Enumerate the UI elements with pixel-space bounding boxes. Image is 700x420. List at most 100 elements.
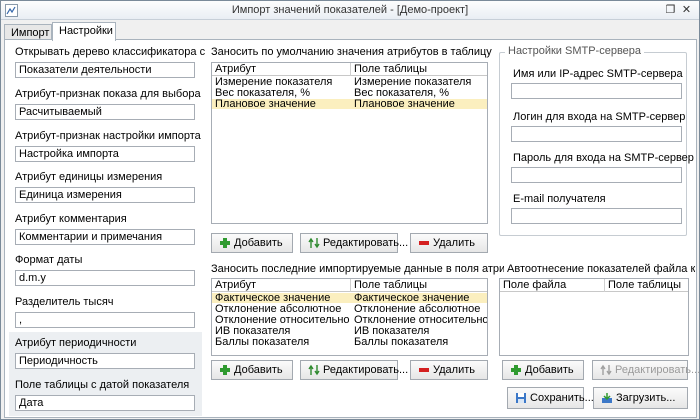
unit-label: Атрибут единицы измерения bbox=[15, 171, 163, 183]
last-import-table-title: Заносить последние импортируемые данные … bbox=[211, 263, 504, 275]
minus-icon bbox=[419, 241, 429, 245]
tree-label: Открывать дерево классификатора с bbox=[15, 46, 206, 58]
defaults-add-label: Добавить bbox=[234, 237, 283, 249]
table-row[interactable]: ИВ показателя ИВ показателя bbox=[212, 326, 487, 336]
defaults-table-header: Атрибут Поле таблицы bbox=[212, 63, 487, 76]
row-attribute: Вес показателя, % bbox=[215, 88, 310, 98]
tab-settings[interactable]: Настройки bbox=[52, 22, 116, 41]
last-import-delete-button[interactable]: Удалить bbox=[410, 360, 488, 380]
table-row[interactable]: Баллы показателя Баллы показателя bbox=[212, 337, 487, 347]
last-import-table-header: Атрибут Поле таблицы bbox=[212, 279, 487, 292]
load-button[interactable]: Загрузить... bbox=[593, 387, 688, 409]
smtp-server-field[interactable] bbox=[511, 83, 682, 99]
settings-panel: Открывать дерево классификатора с Показа… bbox=[4, 39, 700, 418]
auto-map-edit-label: Редактировать... bbox=[615, 364, 700, 376]
column-header-table-field[interactable]: Поле таблицы bbox=[354, 279, 427, 292]
defaults-table[interactable]: Атрибут Поле таблицы Измерение показател… bbox=[211, 62, 488, 224]
tree-field[interactable]: Показатели деятельности bbox=[15, 62, 195, 78]
auto-map-edit-button[interactable]: Редактировать... bbox=[592, 360, 700, 380]
load-label: Загрузить... bbox=[616, 392, 676, 404]
plus-icon bbox=[511, 365, 521, 375]
row-table-field: ИВ показателя bbox=[354, 326, 430, 336]
row-attribute: Баллы показателя bbox=[215, 337, 310, 347]
restore-icon[interactable]: ❐ bbox=[664, 4, 677, 17]
column-header-file-field[interactable]: Поле файла bbox=[503, 279, 566, 292]
column-header-table-field[interactable]: Поле таблицы bbox=[354, 63, 427, 76]
smtp-password-label: Пароль для входа на SMTP-сервер bbox=[513, 152, 694, 164]
show-attr-field[interactable]: Расчитываемый bbox=[15, 104, 195, 120]
recipient-email-label: E-mail получателя bbox=[513, 193, 606, 205]
defaults-delete-button[interactable]: Удалить bbox=[410, 233, 488, 253]
tab-import[interactable]: Импорт bbox=[4, 24, 52, 40]
recipient-email-field[interactable] bbox=[511, 208, 682, 224]
save-icon bbox=[516, 393, 526, 403]
defaults-delete-label: Удалить bbox=[433, 237, 475, 249]
save-label: Сохранить... bbox=[530, 392, 594, 404]
defaults-edit-button[interactable]: Редактировать... bbox=[300, 233, 408, 253]
table-row[interactable]: Вес показателя, % Вес показателя, % bbox=[212, 88, 487, 98]
unit-field[interactable]: Единица измерения bbox=[15, 187, 195, 203]
table-row-selected[interactable]: Плановое значение Плановое значение bbox=[212, 99, 487, 109]
last-import-table[interactable]: Атрибут Поле таблицы Фактическое значени… bbox=[211, 278, 488, 356]
save-button[interactable]: Сохранить... bbox=[507, 387, 594, 409]
row-table-field: Измерение показателя bbox=[354, 77, 472, 87]
period-label: Атрибут периодичности bbox=[15, 337, 137, 349]
date-field-field[interactable]: Дата bbox=[15, 395, 195, 411]
import-attr-field[interactable]: Настройка импорта bbox=[15, 146, 195, 162]
table-row[interactable]: Отклонение абсолютное Отклонение абсолют… bbox=[212, 304, 487, 314]
last-import-add-button[interactable]: Добавить bbox=[211, 360, 293, 380]
smtp-login-field[interactable] bbox=[511, 126, 682, 142]
row-attribute: Плановое значение bbox=[215, 99, 316, 109]
table-row[interactable]: Измерение показателя Измерение показател… bbox=[212, 77, 487, 87]
date-format-label: Формат даты bbox=[15, 254, 83, 266]
last-import-edit-label: Редактировать... bbox=[323, 364, 409, 376]
row-table-field: Вес показателя, % bbox=[354, 88, 449, 98]
plus-icon bbox=[220, 238, 230, 248]
thousands-sep-field[interactable]: , bbox=[15, 312, 195, 328]
smtp-password-field[interactable] bbox=[511, 167, 682, 183]
thousands-sep-label: Разделитель тысяч bbox=[15, 296, 114, 308]
last-import-edit-button[interactable]: Редактировать... bbox=[300, 360, 408, 380]
load-icon bbox=[602, 393, 612, 403]
row-table-field: Плановое значение bbox=[354, 99, 455, 109]
smtp-group-title: Настройки SMTP-сервера bbox=[505, 45, 645, 57]
table-row[interactable]: Отклонение относительное, % Отклонение о… bbox=[212, 315, 487, 325]
defaults-edit-label: Редактировать... bbox=[323, 237, 409, 249]
column-header-table-field[interactable]: Поле таблицы bbox=[608, 279, 681, 292]
edit-arrows-icon bbox=[600, 364, 612, 376]
smtp-login-label: Логин для входа на SMTP-сервер bbox=[513, 111, 686, 123]
import-attr-label: Атрибут-признак настройки импорта bbox=[15, 130, 201, 142]
row-table-field: Отклонение абсолютное bbox=[354, 304, 481, 314]
row-attribute: Отклонение абсолютное bbox=[215, 304, 342, 314]
comment-field[interactable]: Комментарии и примечания bbox=[15, 229, 195, 245]
edit-arrows-icon bbox=[308, 364, 320, 376]
window-title: Импорт значений показателей - [Демо-прое… bbox=[231, 4, 469, 16]
column-header-attribute[interactable]: Атрибут bbox=[215, 279, 256, 292]
comment-label: Атрибут комментария bbox=[15, 213, 127, 225]
auto-map-table[interactable]: Поле файла Поле таблицы bbox=[499, 278, 689, 356]
row-table-field: Баллы показателя bbox=[354, 337, 449, 347]
table-row-selected[interactable]: Фактическое значение Фактическое значени… bbox=[212, 293, 487, 303]
row-table-field: Отклонение относительное, % bbox=[354, 315, 487, 325]
last-import-add-label: Добавить bbox=[234, 364, 283, 376]
row-attribute: Отклонение относительное, % bbox=[215, 315, 350, 325]
auto-map-table-header: Поле файла Поле таблицы bbox=[500, 279, 688, 292]
row-attribute: Фактическое значение bbox=[215, 293, 331, 303]
row-attribute: Измерение показателя bbox=[215, 77, 333, 87]
date-field-label: Поле таблицы с датой показателя bbox=[15, 379, 190, 391]
edit-arrows-icon bbox=[308, 237, 320, 249]
defaults-table-title: Заносить по умолчанию значения атрибутов… bbox=[211, 46, 492, 58]
smtp-server-label: Имя или IP-адрес SMTP-сервера bbox=[513, 68, 683, 80]
import-window: Импорт значений показателей - [Демо-прое… bbox=[0, 0, 700, 420]
defaults-add-button[interactable]: Добавить bbox=[211, 233, 293, 253]
column-header-attribute[interactable]: Атрибут bbox=[215, 63, 256, 76]
date-format-field[interactable]: d.m.y bbox=[15, 270, 195, 286]
title-bar: Импорт значений показателей - [Демо-прое… bbox=[1, 1, 699, 20]
plus-icon bbox=[220, 365, 230, 375]
close-icon[interactable]: ✕ bbox=[680, 4, 693, 17]
row-attribute: ИВ показателя bbox=[215, 326, 291, 336]
period-field[interactable]: Периодичность bbox=[15, 353, 195, 369]
auto-map-add-button[interactable]: Добавить bbox=[502, 360, 584, 380]
last-import-delete-label: Удалить bbox=[433, 364, 475, 376]
show-attr-label: Атрибут-признак показа для выбора bbox=[15, 88, 201, 100]
